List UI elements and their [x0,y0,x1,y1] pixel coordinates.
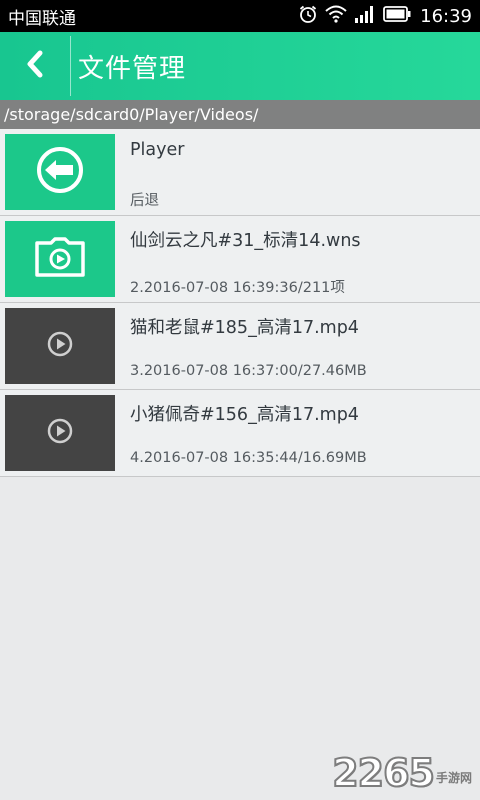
list-item-video[interactable]: 猫和老鼠#185_高清17.mp4 3.2016-07-08 16:37:00/… [0,303,480,390]
status-bar: 中国联通 16:39 [0,0,480,32]
thumbnail [5,134,115,210]
folder-video-icon [34,235,86,283]
page-title: 文件管理 [78,53,187,84]
alarm-icon [298,4,318,28]
file-list: Player 后退 仙剑云之凡#31_标清14.wns 2.2016-07-08… [0,129,480,477]
item-name: 小猪佩奇#156_高清17.mp4 [130,405,359,425]
list-item-video[interactable]: 小猪佩奇#156_高清17.mp4 4.2016-07-08 16:35:44/… [0,390,480,477]
watermark-number: 2265 [331,751,436,795]
watermark-logo: 2265 手游网 [331,751,472,795]
item-detail: 后退 [130,193,159,209]
item-name: 猫和老鼠#185_高清17.mp4 [130,318,359,338]
thumbnail [5,395,115,471]
status-icons: 16:39 [298,4,472,28]
chevron-left-icon [23,49,47,83]
carrier-name: 中国联通 [8,8,76,29]
thumbnail [5,308,115,384]
clock-time: 16:39 [420,5,472,27]
watermark-text: 手游网 [435,771,472,785]
play-icon [46,417,74,449]
path-breadcrumb: /storage/sdcard0/Player/Videos/ [0,100,480,129]
play-icon [46,330,74,362]
app-bar: 文件管理 [0,32,480,100]
battery-icon [383,6,411,26]
back-arrow-icon [35,145,85,199]
back-button[interactable] [0,32,70,100]
item-detail: 2.2016-07-08 16:39:36/211项 [130,280,345,296]
signal-icon [354,5,376,27]
item-name: Player [130,140,185,160]
item-detail: 4.2016-07-08 16:35:44/16.69MB [130,450,367,466]
app-bar-divider [70,36,71,96]
list-item-folder[interactable]: 仙剑云之凡#31_标清14.wns 2.2016-07-08 16:39:36/… [0,216,480,303]
wifi-icon [325,5,347,27]
item-name: 仙剑云之凡#31_标清14.wns [130,231,361,251]
list-item-parent[interactable]: Player 后退 [0,129,480,216]
thumbnail [5,221,115,297]
item-detail: 3.2016-07-08 16:37:00/27.46MB [130,363,367,379]
